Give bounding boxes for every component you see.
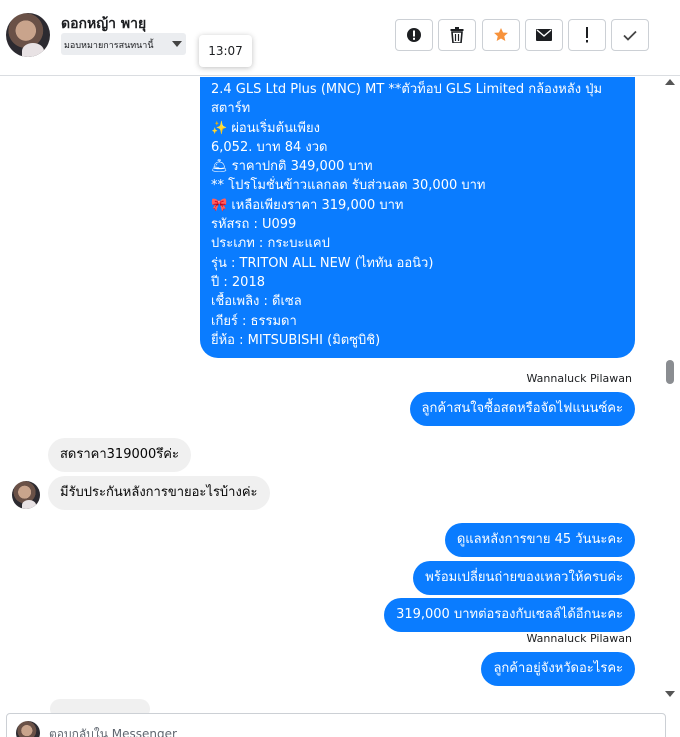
contact-avatar[interactable] [6, 13, 50, 57]
contact-name[interactable]: ดอกหญ้า พายุ [61, 13, 146, 35]
mark-spam-button[interactable] [395, 19, 433, 51]
envelope-icon [536, 29, 552, 41]
outgoing-message[interactable]: 319,000 บาทต่อรองกับเซลล์ได้อีกนะคะ [384, 598, 635, 632]
scroll-up-arrow-icon[interactable] [665, 79, 675, 85]
checkmark-icon [623, 30, 637, 41]
message-line: ✨ ผ่อนเริ่มต้นเพียง [211, 120, 320, 136]
contact-avatar-small [12, 481, 40, 509]
mark-done-button[interactable] [611, 19, 649, 51]
message-line: 🛎 ราคาปกติ 349,000 บาท [211, 159, 373, 175]
message-time-tooltip: 13:07 [199, 35, 252, 67]
outgoing-message[interactable]: ลูกค้าอยู่จังหวัดอะไรคะ [481, 652, 635, 686]
scrollbar-thumb[interactable] [666, 360, 674, 384]
mark-unread-button[interactable] [525, 19, 563, 51]
car-listing-message[interactable]: 2.4 GLS Ltd Plus (MNC) MT **ตัวท็อป GLS … [200, 77, 635, 358]
message-line: 2.4 GLS Ltd Plus (MNC) MT **ตัวท็อป GLS … [211, 82, 603, 97]
assign-conversation-label: มอบหมายการสนทนานี้ [64, 41, 154, 51]
incoming-message[interactable]: มีรับประกันหลังการขายอะไรบ้างค่ะ [48, 476, 270, 510]
message-line: ปี : 2018 [211, 274, 265, 290]
message-line: รหัสรถ : U099 [211, 217, 297, 233]
assign-conversation-dropdown[interactable]: มอบหมายการสนทนานี้ [61, 33, 186, 55]
sender-name: Wannaluck Pilawan [526, 632, 633, 645]
delete-button[interactable] [438, 19, 476, 51]
sender-name: Wannaluck Pilawan [526, 372, 633, 385]
message-line: สตาร์ท [211, 101, 251, 117]
message-line: 🎀 เหลือเพียงราคา 319,000 บาท [211, 197, 404, 213]
incoming-message[interactable]: สดราคา319000รึค่ะ [48, 438, 191, 472]
outgoing-message[interactable]: ดูแลหลังการขาย 45 วันนะคะ [444, 523, 635, 557]
reply-input[interactable] [49, 724, 629, 737]
message-line: รุ่น : TRITON ALL NEW (ไททัน ออนิว) [211, 255, 434, 271]
outgoing-message[interactable]: พร้อมเปลี่ยนถ่ายของเหลวให้ครบค่ะ [413, 561, 635, 595]
outgoing-message[interactable]: ลูกค้าสนใจซื้อสดหรือจัดไฟแนนซ์คะ [409, 392, 635, 426]
message-line: เชื้อเพลิง : ดีเซล [211, 294, 302, 310]
message-line: 6,052. บาท 84 งวด [211, 139, 328, 155]
trash-icon [450, 27, 464, 43]
exclamation-icon [586, 27, 588, 43]
scrollbar-track[interactable] [662, 77, 680, 707]
incoming-message-partial [50, 699, 150, 713]
conversation-header: ดอกหญ้า พายุ มอบหมายการสนทนานี้ [0, 0, 680, 76]
caret-down-icon [172, 41, 182, 47]
scroll-down-arrow-icon[interactable] [665, 691, 675, 697]
message-line: ** โปรโมชั่นข้าวแลกลด รับส่วนลด 30,000 บ… [211, 178, 486, 194]
star-button[interactable] [482, 19, 520, 51]
page-avatar [16, 721, 40, 737]
alert-circle-icon [407, 28, 421, 42]
message-line: ประเภท : กระบะแคป [211, 236, 330, 252]
message-thread[interactable]: 2.4 GLS Ltd Plus (MNC) MT **ตัวท็อป GLS … [0, 77, 662, 713]
follow-up-button[interactable] [568, 19, 606, 51]
message-line: ยี่ห้อ : MITSUBISHI (มิตซูบิชิ) [211, 332, 381, 348]
messenger-inbox-page: ดอกหญ้า พายุ มอบหมายการสนทนานี้ 13:07 2.… [0, 0, 680, 737]
message-line: เกียร์ : ธรรมดา [211, 313, 297, 329]
reply-composer [6, 713, 666, 737]
star-icon [494, 28, 508, 41]
